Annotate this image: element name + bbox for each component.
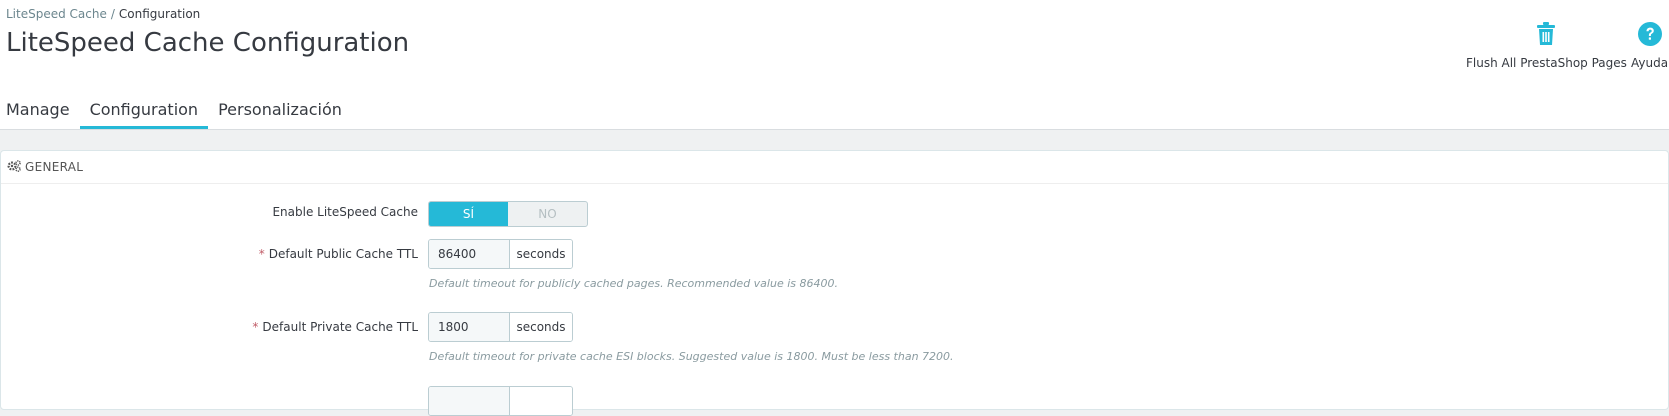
breadcrumb-separator: / bbox=[110, 7, 115, 21]
general-panel: GENERAL Enable LiteSpeed Cache SÍ NO * De… bbox=[0, 150, 1669, 416]
flush-all-pages-button[interactable]: Flush All PrestaShop Pages bbox=[1466, 22, 1627, 70]
tab-manage[interactable]: Manage bbox=[0, 96, 80, 129]
panel-heading: GENERAL bbox=[1, 151, 1668, 184]
question-circle-icon bbox=[1637, 22, 1662, 56]
cogs-icon bbox=[7, 159, 25, 175]
private-ttl-unit: seconds bbox=[509, 313, 572, 341]
page-title: LiteSpeed Cache Configuration bbox=[6, 28, 410, 58]
private-ttl-label-wrap: * Default Private Cache TTL bbox=[118, 320, 418, 334]
public-ttl-help: Default timeout for publicly cached page… bbox=[429, 277, 838, 290]
next-field-unit bbox=[509, 387, 572, 415]
required-marker: * bbox=[258, 247, 265, 261]
public-ttl-input[interactable] bbox=[429, 240, 509, 268]
help-button[interactable]: Ayuda bbox=[1631, 22, 1668, 70]
next-field-input[interactable] bbox=[429, 387, 509, 415]
breadcrumb-parent-link[interactable]: LiteSpeed Cache bbox=[6, 7, 107, 21]
trash-icon bbox=[1535, 22, 1557, 56]
enable-cache-yes-option[interactable]: SÍ bbox=[429, 202, 508, 226]
enable-cache-no-option[interactable]: NO bbox=[508, 202, 587, 226]
breadcrumb: LiteSpeed Cache / Configuration bbox=[6, 7, 200, 21]
tab-personalizacion[interactable]: Personalización bbox=[208, 96, 352, 129]
public-ttl-unit: seconds bbox=[509, 240, 572, 268]
public-ttl-input-group: seconds bbox=[428, 239, 573, 269]
help-label: Ayuda bbox=[1631, 56, 1669, 70]
private-ttl-help: Default timeout for private cache ESI bl… bbox=[429, 350, 954, 363]
flush-all-pages-label: Flush All PrestaShop Pages bbox=[1466, 56, 1627, 70]
enable-cache-label: Enable LiteSpeed Cache bbox=[272, 205, 418, 219]
enable-cache-switch[interactable]: SÍ NO bbox=[428, 201, 588, 227]
private-ttl-input[interactable] bbox=[429, 313, 509, 341]
public-ttl-label: Default Public Cache TTL bbox=[268, 247, 418, 261]
required-marker: * bbox=[252, 320, 259, 334]
tab-bar: Manage Configuration Personalización bbox=[0, 96, 352, 130]
tab-configuration[interactable]: Configuration bbox=[79, 96, 209, 129]
panel-heading-title: GENERAL bbox=[25, 160, 84, 174]
breadcrumb-current: Configuration bbox=[118, 7, 201, 21]
next-field-input-group bbox=[428, 386, 573, 416]
page-header: LiteSpeed Cache / Configuration LiteSpeed … bbox=[0, 0, 1669, 130]
private-ttl-label: Default Private Cache TTL bbox=[262, 320, 418, 334]
private-ttl-input-group: seconds bbox=[428, 312, 573, 342]
public-ttl-label-wrap: * Default Public Cache TTL bbox=[118, 247, 418, 261]
